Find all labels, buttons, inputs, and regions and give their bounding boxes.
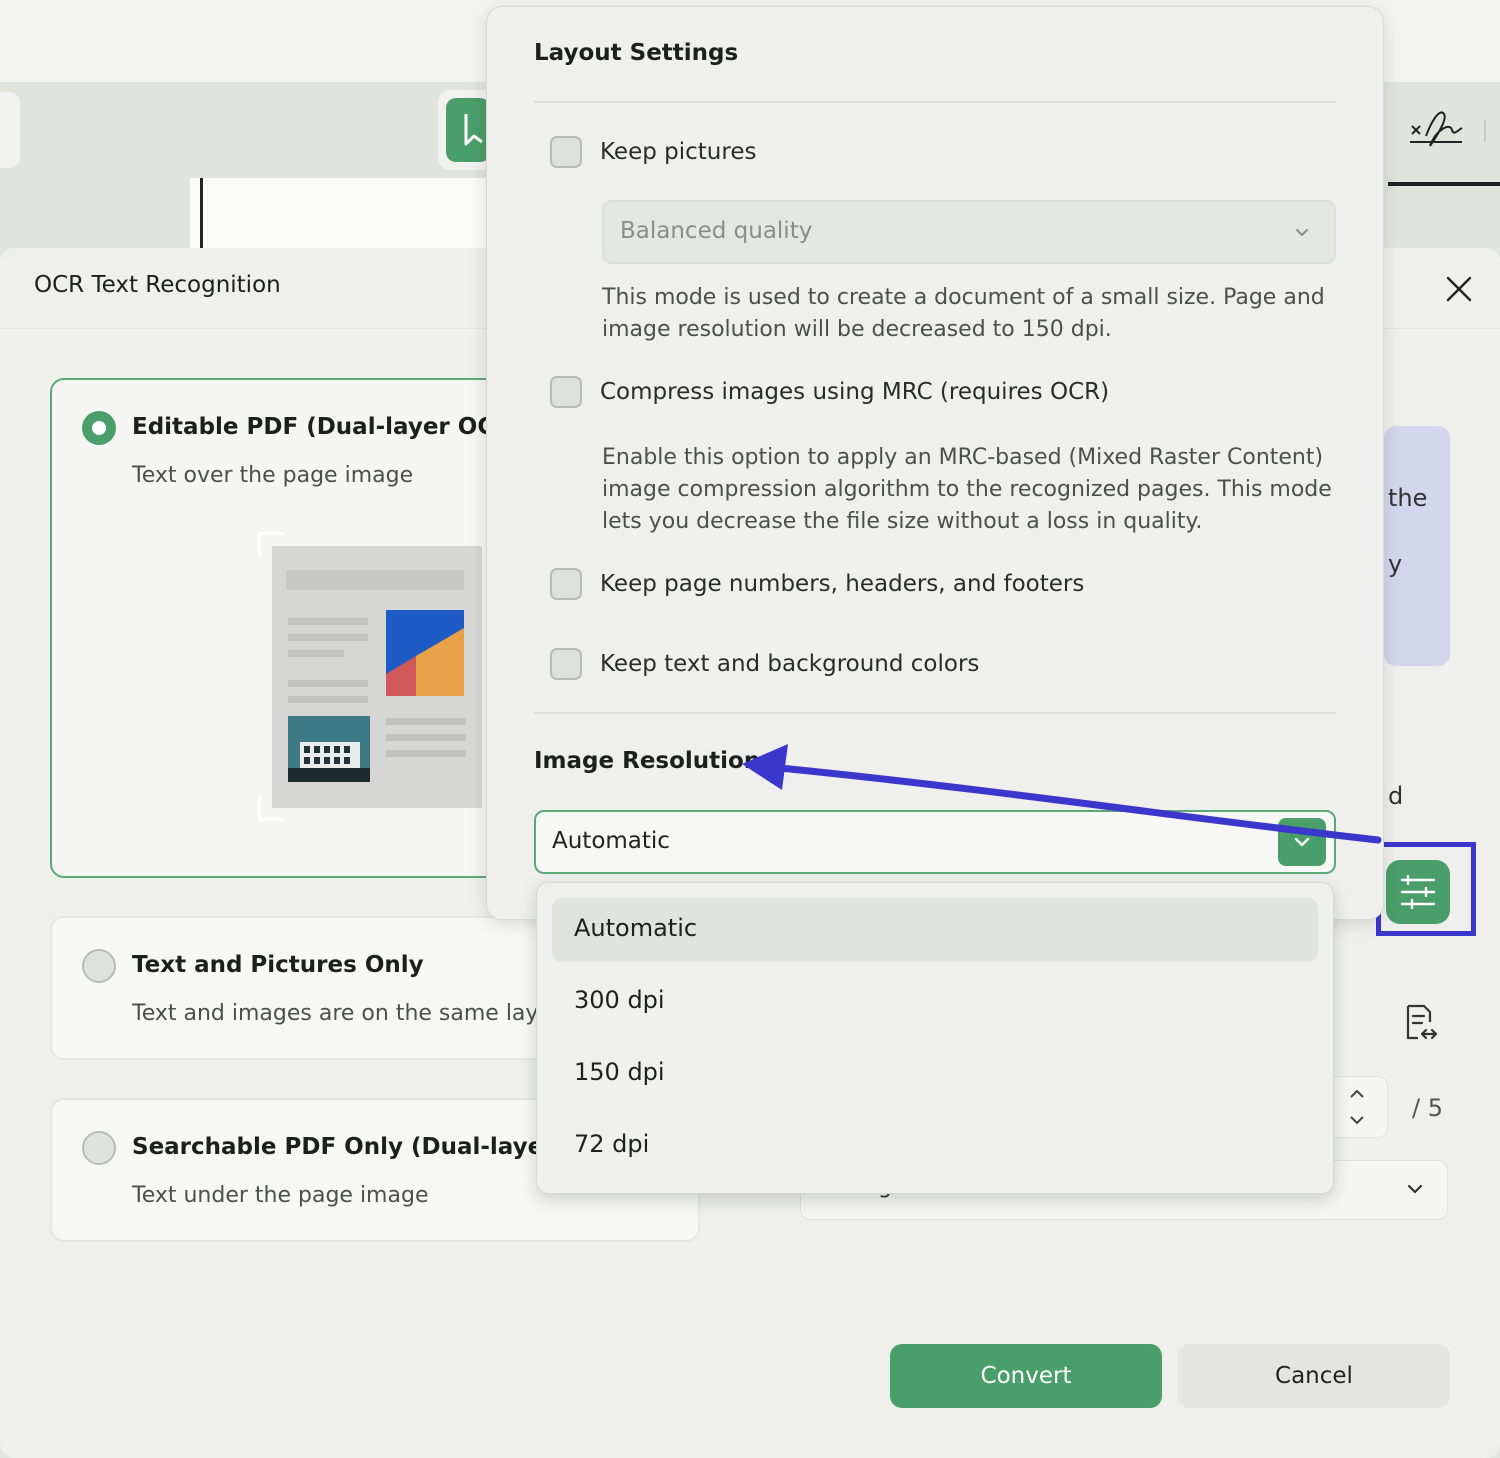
resolution-option-label: 300 dpi	[574, 986, 665, 1014]
keep-pictures-checkbox[interactable]	[550, 136, 582, 168]
partial-text: d	[1388, 782, 1404, 810]
signature-icon	[1410, 111, 1463, 147]
toolbar-divider	[1484, 120, 1486, 142]
preview-building-photo	[386, 610, 464, 696]
file-swap-icon	[1406, 1004, 1438, 1040]
preview-text-line	[386, 750, 466, 757]
keep-headers-checkbox[interactable]	[550, 568, 582, 600]
document-preview-illustration	[272, 546, 482, 808]
keep-colors-checkbox[interactable]	[550, 648, 582, 680]
chevron-down-icon	[1296, 229, 1308, 236]
right-info-card	[1384, 426, 1450, 666]
preview-text-line	[386, 734, 466, 741]
preview-text-line	[386, 718, 466, 725]
compress-mrc-label: Compress images using MRC (requires OCR)	[600, 379, 1110, 405]
option-subtitle: Text and images are on the same layer.	[132, 1001, 566, 1026]
option-subtitle: Text under the page image	[132, 1183, 429, 1208]
document-page-edge	[200, 178, 203, 248]
image-resolution-title: Image Resolution	[534, 748, 761, 774]
keep-colors-label: Keep text and background colors	[600, 651, 980, 677]
layout-settings-title: Layout Settings	[534, 40, 739, 66]
resolution-option-label: Automatic	[574, 914, 698, 942]
toolbar-left-stub	[0, 92, 20, 168]
chevron-down-icon	[1407, 1184, 1423, 1194]
close-button[interactable]	[1440, 270, 1478, 308]
close-icon	[1446, 276, 1472, 302]
option-title: Editable PDF (Dual-layer OCR)	[132, 414, 523, 440]
preview-city-photo	[288, 716, 370, 782]
partial-text: y	[1388, 550, 1403, 578]
radio-text-and-pictures[interactable]	[82, 949, 116, 983]
convert-button[interactable]: Convert	[890, 1344, 1162, 1408]
resolution-option-label: 72 dpi	[574, 1130, 650, 1158]
image-resolution-value: Automatic	[552, 828, 670, 854]
annotation-highlight-box	[1376, 842, 1476, 936]
preview-header-block	[286, 570, 464, 590]
option-subtitle: Text over the page image	[132, 463, 414, 488]
document-page	[190, 178, 510, 258]
cursor-icon	[464, 114, 483, 146]
preview-text-line	[288, 696, 368, 703]
compress-mrc-checkbox[interactable]	[550, 376, 582, 408]
section-divider	[534, 101, 1336, 103]
picture-quality-value: Balanced quality	[620, 218, 813, 244]
page-total: / 5	[1412, 1094, 1443, 1122]
resolution-option-300[interactable]: 300 dpi	[552, 970, 1318, 1034]
preview-text-line	[288, 650, 344, 657]
signature-tool-button[interactable]	[1400, 100, 1470, 160]
chevron-down-icon	[1294, 837, 1310, 847]
keep-headers-label: Keep page numbers, headers, and footers	[600, 571, 1085, 597]
preview-text-line	[288, 618, 368, 625]
mrc-description: Enable this option to apply an MRC-based…	[602, 445, 1332, 534]
radio-editable-pdf[interactable]	[82, 411, 116, 445]
dialog-title: OCR Text Recognition	[34, 272, 281, 298]
preview-text-line	[288, 634, 368, 641]
section-divider	[534, 712, 1336, 714]
preview-text-line	[288, 680, 368, 687]
select-tool-button[interactable]	[446, 98, 490, 162]
cancel-button[interactable]: Cancel	[1178, 1344, 1450, 1408]
document-edge-right	[1388, 182, 1500, 186]
option-title: Text and Pictures Only	[132, 952, 424, 978]
resolution-option-automatic[interactable]: Automatic	[552, 898, 1318, 962]
resolution-option-label: 150 dpi	[574, 1058, 665, 1086]
resolution-option-72[interactable]: 72 dpi	[552, 1114, 1318, 1178]
partial-text: the	[1388, 484, 1428, 512]
resolution-option-150[interactable]: 150 dpi	[552, 1042, 1318, 1106]
image-resolution-dropdown-toggle[interactable]	[1278, 818, 1326, 866]
stepper-arrows-icon	[1350, 1089, 1364, 1125]
replace-file-button[interactable]	[1398, 1002, 1440, 1044]
radio-searchable-pdf[interactable]	[82, 1131, 116, 1165]
keep-pictures-label: Keep pictures	[600, 139, 757, 165]
quality-description: This mode is used to create a document o…	[602, 285, 1325, 342]
